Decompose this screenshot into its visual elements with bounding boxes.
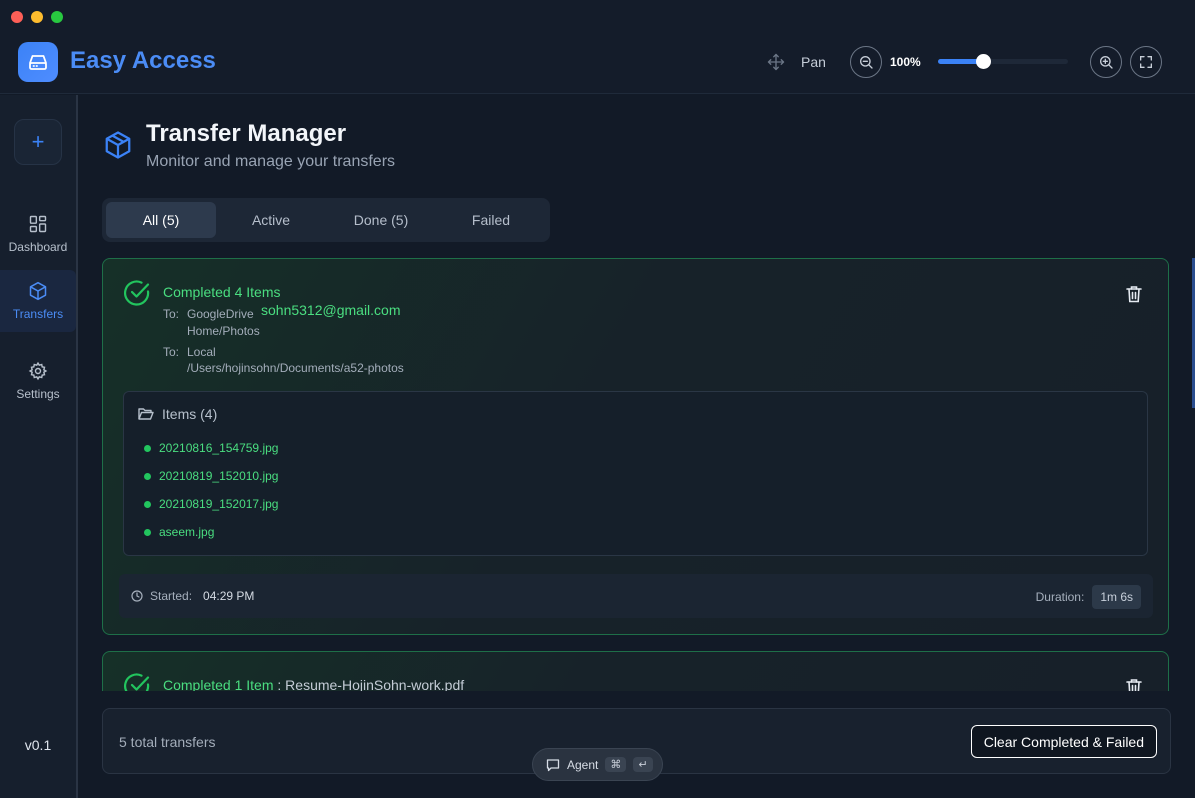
check-circle-icon bbox=[124, 673, 150, 691]
fullscreen-icon bbox=[1140, 56, 1152, 68]
tab-active[interactable]: Active bbox=[216, 202, 326, 238]
window-minimize-button[interactable] bbox=[31, 11, 43, 23]
file-name: 20210816_154759.jpg bbox=[159, 441, 279, 455]
list-item: aseem.jpg bbox=[144, 525, 214, 539]
zoom-out-button[interactable] bbox=[850, 46, 882, 78]
folder-open-icon bbox=[138, 408, 154, 420]
sidebar-item-settings[interactable]: Settings bbox=[0, 350, 76, 412]
started-time: 04:29 PM bbox=[203, 589, 255, 603]
sidebar-item-label: Transfers bbox=[12, 307, 64, 321]
clock-icon bbox=[131, 590, 143, 602]
transfer-status: Completed 1 Item bbox=[163, 677, 274, 691]
filter-tabs: All (5) Active Done (5) Failed bbox=[102, 198, 550, 242]
status-dot bbox=[144, 472, 151, 480]
transfer-title: Completed 1 Item : Resume-HojinSohn-work… bbox=[163, 677, 464, 691]
status-dot bbox=[144, 444, 151, 452]
grid-icon bbox=[29, 215, 47, 233]
app-header: Easy Access Pan 100% bbox=[0, 0, 1195, 94]
destination-label: To: bbox=[163, 345, 180, 359]
destination-service: GoogleDrive bbox=[187, 307, 254, 321]
tab-all[interactable]: All (5) bbox=[106, 202, 216, 238]
items-header[interactable]: Items (4) bbox=[138, 406, 217, 422]
sidebar-item-dashboard[interactable]: Dashboard bbox=[0, 203, 76, 265]
clear-completed-button[interactable]: Clear Completed & Failed bbox=[970, 725, 1157, 758]
title-separator: : bbox=[273, 677, 286, 691]
items-count: Items (4) bbox=[162, 406, 218, 422]
window-close-button[interactable] bbox=[11, 11, 23, 23]
destination-label: To: bbox=[163, 307, 180, 321]
duration-info: Duration: 1m 6s bbox=[1036, 585, 1141, 609]
window-maximize-button[interactable] bbox=[51, 11, 63, 23]
transfer-card: Completed 1 Item : Resume-HojinSohn-work… bbox=[102, 651, 1169, 691]
duration-badge: 1m 6s bbox=[1092, 585, 1141, 609]
list-item: 20210819_152010.jpg bbox=[144, 469, 278, 483]
zoom-slider[interactable] bbox=[938, 54, 1068, 69]
zoom-slider-handle[interactable] bbox=[976, 54, 991, 69]
list-item: 20210819_152017.jpg bbox=[144, 497, 278, 511]
started-label: Started: bbox=[150, 589, 193, 603]
delete-transfer-button[interactable] bbox=[1126, 285, 1142, 303]
app-logo-icon bbox=[18, 42, 58, 82]
sidebar-item-label: Settings bbox=[16, 387, 60, 401]
status-dot bbox=[144, 528, 151, 536]
destination-account: sohn5312@gmail.com bbox=[261, 302, 401, 318]
destination-path: /Users/hojinsohn/Documents/a52-photos bbox=[187, 361, 404, 375]
zoom-in-button[interactable] bbox=[1090, 46, 1122, 78]
agent-button[interactable]: Agent ⌘ ↵ bbox=[532, 748, 663, 781]
list-item: 20210816_154759.jpg bbox=[144, 441, 278, 455]
file-name: aseem.jpg bbox=[159, 525, 215, 539]
pan-label[interactable]: Pan bbox=[801, 54, 826, 70]
agent-label: Agent bbox=[567, 757, 599, 772]
pan-icon[interactable] bbox=[767, 53, 785, 71]
delete-transfer-button[interactable] bbox=[1126, 678, 1142, 691]
sidebar-item-label: Dashboard bbox=[8, 240, 68, 254]
window-controls bbox=[11, 11, 63, 23]
package-icon bbox=[105, 131, 131, 159]
page-subtitle: Monitor and manage your transfers bbox=[146, 153, 396, 170]
zoom-out-icon bbox=[860, 56, 873, 69]
check-circle-icon bbox=[124, 280, 150, 306]
app-title: Easy Access bbox=[70, 47, 216, 74]
transfer-title: Completed 4 Items bbox=[163, 284, 281, 300]
enter-key: ↵ bbox=[633, 757, 653, 772]
transfer-meta: Started: 04:29 PM Duration: 1m 6s bbox=[119, 574, 1153, 618]
destination-path: Home/Photos bbox=[187, 324, 260, 338]
box-icon bbox=[29, 281, 47, 301]
chat-icon bbox=[546, 758, 560, 771]
zoom-level: 100% bbox=[890, 55, 921, 69]
file-name: 20210819_152010.jpg bbox=[159, 469, 279, 483]
duration-label: Duration: bbox=[1035, 590, 1085, 604]
file-name: 20210819_152017.jpg bbox=[159, 497, 279, 511]
transfer-list[interactable]: Completed 4 Items To: GoogleDrive sohn53… bbox=[102, 258, 1170, 691]
items-panel: Items (4) 20210816_154759.jpg 20210819_1… bbox=[123, 391, 1148, 556]
status-dot bbox=[144, 500, 151, 508]
fullscreen-button[interactable] bbox=[1130, 46, 1162, 78]
transfer-file-name: Resume-HojinSohn-work.pdf bbox=[285, 677, 465, 691]
add-transfer-button[interactable]: + bbox=[14, 119, 62, 165]
destination-service: Local bbox=[187, 345, 216, 359]
gear-icon bbox=[28, 361, 48, 381]
sidebar: + Dashboard Transfers Settings v0.1 bbox=[0, 95, 78, 798]
tab-done[interactable]: Done (5) bbox=[326, 202, 436, 238]
app-version: v0.1 bbox=[24, 737, 52, 753]
transfer-count: 5 total transfers bbox=[119, 734, 216, 750]
sidebar-item-transfers[interactable]: Transfers bbox=[0, 270, 76, 332]
started-info: Started: 04:29 PM bbox=[131, 589, 254, 603]
transfer-card: Completed 4 Items To: GoogleDrive sohn53… bbox=[102, 258, 1169, 635]
zoom-in-icon bbox=[1100, 56, 1113, 69]
command-key: ⌘ bbox=[605, 757, 627, 772]
page-title: Transfer Manager bbox=[146, 120, 347, 147]
tab-failed[interactable]: Failed bbox=[436, 202, 546, 238]
